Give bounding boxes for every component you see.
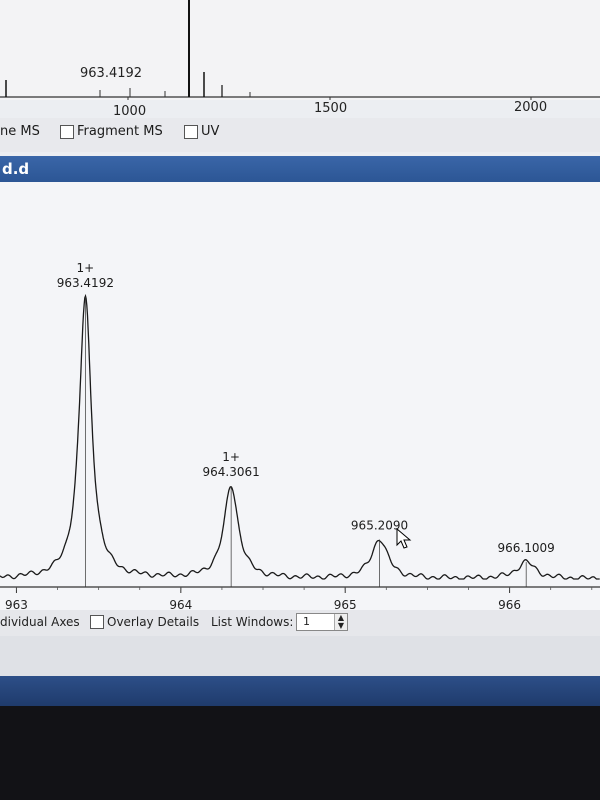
fragment-ms-label: Fragment MS bbox=[77, 124, 163, 139]
list-windows-spinner[interactable]: ▲ ▼ bbox=[334, 614, 347, 630]
peak-mz-label: 964.3061 bbox=[203, 465, 260, 479]
list-windows-input[interactable]: 1 ▲ ▼ bbox=[296, 613, 348, 631]
spectrum-chart-panel[interactable]: 963 964 965 966 963.4192 1+ 964.3061 1+ 965.2090… bbox=[0, 182, 600, 612]
fragment-ms-option[interactable]: Fragment MS bbox=[60, 124, 163, 139]
spectrum-chart[interactable]: 963 964 965 966963.41921+964.30611+965.2090… bbox=[0, 182, 600, 612]
spectrum-profile-line bbox=[0, 293, 600, 580]
list-windows-value: 1 bbox=[303, 615, 310, 628]
individual-axes-option[interactable]: dividual Axes bbox=[0, 615, 80, 629]
overlay-details-label: Overlay Details bbox=[107, 615, 200, 629]
list-windows-option: List Windows: bbox=[211, 615, 293, 629]
spectrum-type-options: ne MS Fragment MS UV bbox=[0, 118, 600, 152]
list-windows-label: List Windows: bbox=[211, 615, 294, 629]
uv-option[interactable]: UV bbox=[184, 124, 219, 139]
overview-tick-label-1000: 1000 bbox=[113, 104, 147, 119]
overview-spectrum-panel: 963.4192 bbox=[0, 0, 600, 100]
peak-charge-label: 1+ bbox=[222, 450, 240, 464]
uv-label: UV bbox=[201, 124, 220, 139]
chart-options-toolbar: dividual Axes Overlay Details List Windo… bbox=[0, 610, 600, 636]
overlay-details-checkbox[interactable] bbox=[90, 615, 104, 629]
uv-checkbox[interactable] bbox=[184, 124, 198, 139]
screen: 963.4192 1000 1500 2000 ne MS Fragment M… bbox=[0, 0, 600, 800]
lower-window-title-bar bbox=[0, 676, 600, 706]
peak-mz-label: 966.1009 bbox=[498, 541, 555, 555]
overview-tick-label-1500: 1500 bbox=[314, 101, 348, 116]
ms-option-partial: ne MS bbox=[0, 124, 40, 139]
individual-axes-label: dividual Axes bbox=[0, 615, 80, 629]
overlay-details-option[interactable]: Overlay Details bbox=[90, 615, 199, 629]
window-title-bar[interactable]: d.d bbox=[0, 156, 600, 182]
overview-tick-label-2000: 2000 bbox=[514, 100, 548, 115]
peak-charge-label: 1+ bbox=[76, 261, 94, 275]
mouse-cursor-icon bbox=[396, 528, 412, 549]
lower-pane bbox=[0, 636, 600, 676]
fragment-ms-checkbox[interactable] bbox=[60, 124, 74, 139]
overview-spectrum-plot bbox=[0, 0, 600, 100]
ms-option-label: ne MS bbox=[0, 124, 40, 139]
screen-bezel bbox=[0, 706, 600, 800]
window-title: d.d bbox=[2, 160, 30, 178]
peak-mz-label: 963.4192 bbox=[57, 276, 114, 290]
overview-peak-label: 963.4192 bbox=[80, 66, 143, 81]
